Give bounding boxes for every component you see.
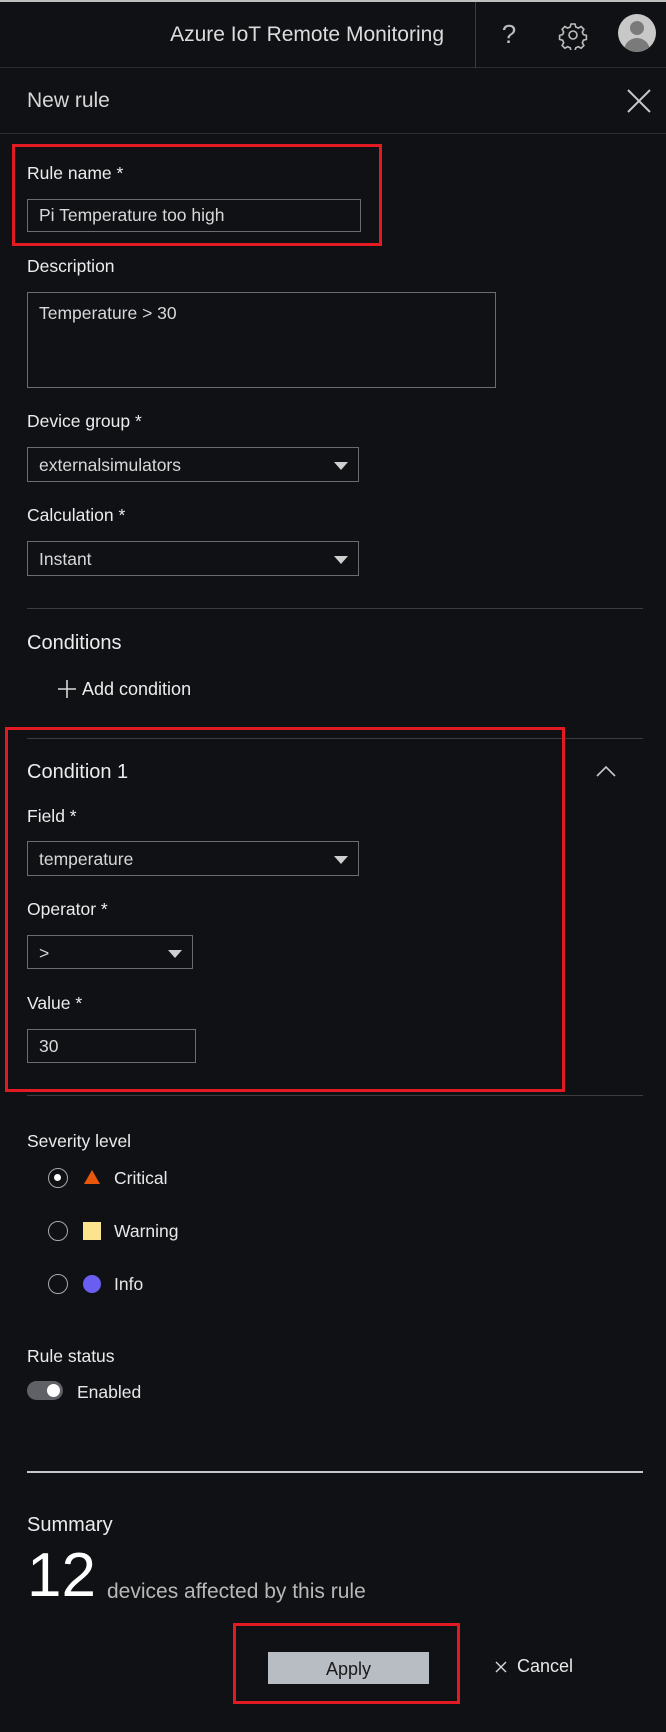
- avatar[interactable]: [618, 14, 656, 52]
- cancel-label: Cancel: [517, 1656, 574, 1676]
- value-label: Value *: [27, 993, 83, 1013]
- operator-value: >: [39, 943, 50, 963]
- calculation-value: Instant: [39, 549, 92, 569]
- calculation-select[interactable]: Instant: [27, 541, 359, 576]
- severity-label: Severity level: [27, 1131, 132, 1151]
- summary-title: Summary: [27, 1514, 113, 1536]
- rule-status-toggle[interactable]: [27, 1381, 63, 1400]
- device-group-select[interactable]: externalsimulators: [27, 447, 359, 482]
- operator-select[interactable]: >: [27, 935, 193, 969]
- summary-divider: [27, 1471, 643, 1473]
- rule-name-label: Rule name *: [27, 163, 124, 183]
- add-condition-button[interactable]: Add condition: [57, 676, 191, 702]
- operator-label: Operator *: [27, 899, 108, 919]
- close-icon: [495, 1661, 507, 1672]
- chevron-down-icon: [334, 556, 348, 564]
- severity-warning-label: Warning: [114, 1221, 179, 1241]
- description-label: Description: [27, 256, 115, 276]
- square-icon: [83, 1222, 101, 1240]
- affected-count: 12: [27, 1541, 96, 1610]
- close-icon[interactable]: [624, 86, 654, 116]
- header-divider: [475, 2, 476, 68]
- field-label: Field *: [27, 806, 77, 826]
- help-icon[interactable]: ?: [497, 20, 521, 48]
- value-input[interactable]: [27, 1029, 196, 1063]
- device-group-label: Device group *: [27, 411, 142, 431]
- condition-title: Condition 1: [27, 761, 129, 783]
- section-divider: [27, 1095, 643, 1096]
- chevron-down-icon: [334, 856, 348, 864]
- description-textarea[interactable]: Temperature > 30: [27, 292, 496, 388]
- severity-info-radio[interactable]: [48, 1274, 68, 1294]
- conditions-title: Conditions: [27, 632, 122, 654]
- severity-critical-radio[interactable]: [48, 1168, 68, 1188]
- cancel-button[interactable]: Cancel: [494, 1656, 573, 1677]
- rule-name-input[interactable]: [27, 199, 361, 232]
- app-title: Azure IoT Remote Monitoring: [170, 23, 444, 46]
- apply-button[interactable]: Apply: [268, 1652, 429, 1684]
- gear-icon[interactable]: [558, 20, 588, 52]
- severity-info-label: Info: [114, 1274, 144, 1294]
- plus-icon: [58, 680, 76, 698]
- severity-warning-radio[interactable]: [48, 1221, 68, 1241]
- rule-status-state: Enabled: [77, 1382, 142, 1402]
- triangle-icon: [83, 1169, 101, 1190]
- affected-text: devices affected by this rule: [107, 1580, 366, 1603]
- device-group-value: externalsimulators: [39, 455, 181, 475]
- chevron-up-icon[interactable]: [594, 763, 618, 779]
- field-select[interactable]: temperature: [27, 841, 359, 876]
- field-value: temperature: [39, 849, 134, 869]
- chevron-down-icon: [334, 462, 348, 470]
- section-divider: [27, 608, 643, 609]
- panel-title: New rule: [27, 89, 110, 112]
- rule-status-label: Rule status: [27, 1346, 115, 1366]
- circle-icon: [83, 1275, 101, 1293]
- chevron-down-icon: [168, 950, 182, 958]
- add-condition-label: Add condition: [82, 678, 192, 699]
- calculation-label: Calculation *: [27, 505, 126, 525]
- severity-critical-label: Critical: [114, 1168, 168, 1188]
- panel-divider: [0, 133, 666, 134]
